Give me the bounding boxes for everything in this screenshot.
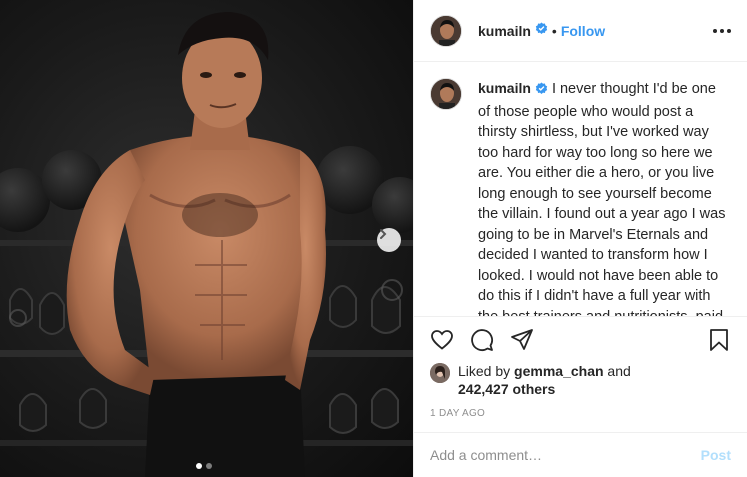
paper-plane-icon[interactable] — [510, 328, 534, 352]
carousel-dot-active — [196, 463, 202, 469]
post-photo — [0, 12, 413, 477]
separator-dot: • — [551, 22, 557, 39]
caption-area[interactable]: kumailn I never thought I'd be one of th… — [414, 62, 747, 316]
caption-text: kumailn I never thought I'd be one of th… — [478, 78, 731, 316]
bookmark-icon[interactable] — [707, 328, 731, 352]
chevron-right-icon — [380, 229, 387, 239]
post-date[interactable]: 1 DAY AGO — [414, 400, 747, 432]
verified-badge-icon — [535, 21, 548, 40]
action-bar — [414, 316, 747, 362]
verified-badge-icon — [535, 81, 548, 102]
comment-input[interactable] — [430, 447, 701, 463]
post-header: kumailn • Follow — [414, 0, 747, 62]
caption-avatar[interactable] — [430, 78, 462, 110]
post-media[interactable] — [0, 0, 413, 477]
carousel-dot — [206, 463, 212, 469]
caption-body: I never thought I'd be one of those peop… — [478, 81, 726, 316]
follow-button[interactable]: Follow — [561, 23, 605, 39]
more-options-icon[interactable] — [713, 23, 731, 39]
liker-username[interactable]: gemma_chan — [514, 363, 603, 379]
likes-summary: Liked by gemma_chan and 242,427 others — [414, 362, 747, 400]
next-slide-button[interactable] — [377, 228, 401, 252]
post-comment-button[interactable]: Post — [701, 447, 731, 463]
caption-username[interactable]: kumailn — [478, 80, 531, 96]
avatar[interactable] — [430, 14, 462, 47]
likes-count[interactable]: 242,427 others — [458, 381, 555, 397]
comment-bubble-icon[interactable] — [470, 328, 494, 352]
liker-avatar[interactable] — [430, 363, 450, 383]
liked-by-prefix: Liked by — [458, 363, 511, 379]
likes-text: Liked by gemma_chan and 242,427 others — [458, 362, 631, 398]
heart-icon[interactable] — [430, 328, 454, 352]
likes-conjunction: and — [607, 363, 631, 379]
post-side-panel: kumailn • Follow kumailn I never thought… — [413, 0, 747, 477]
username-link[interactable]: kumailn — [478, 23, 531, 39]
carousel-indicator — [196, 463, 212, 469]
comment-bar: Post — [414, 432, 747, 477]
